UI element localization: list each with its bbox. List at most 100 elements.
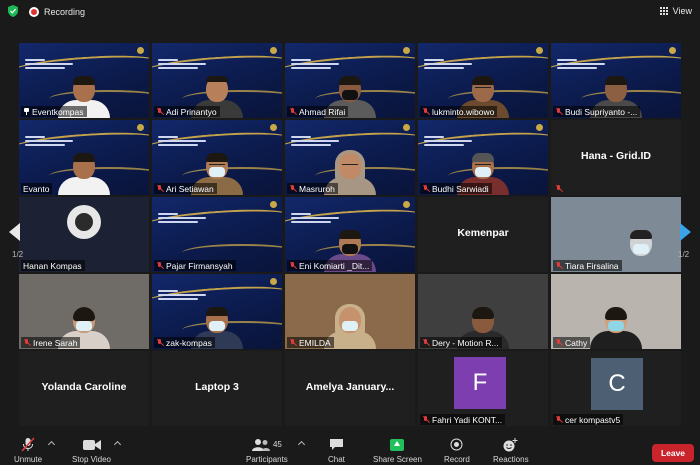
- participant-name-label: Evanto: [21, 183, 53, 194]
- participants-button[interactable]: 45 Participants: [246, 437, 288, 464]
- share-screen-button[interactable]: Share Screen: [373, 437, 422, 464]
- mic-muted-icon: [21, 437, 35, 452]
- participant-tile[interactable]: Ahmad Rifai: [285, 43, 415, 118]
- next-page-arrow-icon[interactable]: [680, 223, 691, 241]
- participant-name-label: Masruroh: [287, 183, 338, 194]
- mic-muted-icon: [422, 338, 430, 347]
- participant-name-label: Adi Prinantyo: [154, 106, 220, 117]
- participants-icon: [251, 438, 270, 451]
- mic-muted-icon: [422, 415, 430, 424]
- participant-name-label: [553, 183, 566, 194]
- participant-name-label: Ari Setiawan: [154, 183, 217, 194]
- participant-tile[interactable]: Masruroh: [285, 120, 415, 195]
- share-screen-label: Share Screen: [373, 455, 422, 464]
- record-button[interactable]: Record: [444, 437, 470, 464]
- participant-tile[interactable]: Pajar Firmansyah: [152, 197, 282, 272]
- participant-tile[interactable]: Tiara Firsalina: [551, 197, 681, 272]
- participant-center-name: Laptop 3: [195, 381, 239, 393]
- participant-tile[interactable]: Eventkompas: [19, 43, 149, 118]
- participant-name-label: EMILDA: [287, 337, 334, 348]
- page-indicator-left: 1/2: [12, 250, 24, 259]
- participants-count: 45: [272, 440, 282, 449]
- participant-name-label: Budhi Sarwiadi: [420, 183, 492, 194]
- mic-muted-icon: [289, 338, 297, 347]
- participant-name-label: cer kompastv5: [553, 414, 624, 425]
- grid-view-icon: [659, 6, 669, 16]
- participant-tile[interactable]: Laptop 3: [152, 351, 282, 426]
- record-dot-icon: [29, 7, 39, 17]
- audio-options-chevron-icon[interactable]: [47, 440, 56, 449]
- participant-tile[interactable]: Kemenpar: [418, 197, 548, 272]
- reactions-label: Reactions: [493, 455, 529, 464]
- participants-options-chevron-icon[interactable]: [297, 440, 306, 449]
- participant-avatar: C: [591, 358, 643, 410]
- unmute-button[interactable]: Unmute: [14, 437, 42, 464]
- participant-name-label: Irene Sarah: [21, 337, 81, 348]
- page-indicator-right: 1/2: [678, 250, 690, 259]
- mic-muted-icon: [23, 338, 31, 347]
- participant-video: [630, 230, 652, 256]
- participant-tile[interactable]: Ari Setiawan: [152, 120, 282, 195]
- participant-tile[interactable]: Irene Sarah: [19, 274, 149, 349]
- participant-name-label: Hanan Kompas: [21, 260, 85, 271]
- participant-tile[interactable]: Dery - Motion R...: [418, 274, 548, 349]
- mic-muted-icon: [156, 184, 164, 193]
- chat-bubble-icon: [329, 439, 343, 450]
- participant-center-name: Kemenpar: [457, 227, 509, 239]
- security-shield-icon[interactable]: [8, 5, 18, 17]
- participant-name-label: Budi Supriyanto -...: [553, 106, 641, 117]
- meeting-toolbar: Unmute Stop Video 45 Participants Chat S…: [0, 432, 700, 465]
- participant-tile[interactable]: Adi Prinantyo: [152, 43, 282, 118]
- mic-muted-icon: [422, 184, 430, 193]
- mic-muted-icon: [289, 261, 297, 270]
- participant-tile[interactable]: lukminto.wibowo: [418, 43, 548, 118]
- participant-name-label: Ahmad Rifai: [287, 106, 349, 117]
- participant-tile[interactable]: Evanto: [19, 120, 149, 195]
- mic-muted-icon: [156, 107, 164, 116]
- participant-name-label: Tiara Firsalina: [553, 260, 622, 271]
- participant-video: [58, 153, 110, 195]
- mic-muted-icon: [156, 338, 164, 347]
- participant-tile[interactable]: C cer kompastv5: [551, 351, 681, 426]
- participant-tile[interactable]: Hana - Grid.ID: [551, 120, 681, 195]
- mic-muted-icon: [555, 338, 563, 347]
- view-label: View: [672, 6, 692, 16]
- participant-video: [590, 307, 642, 349]
- participant-tile[interactable]: Yolanda Caroline: [19, 351, 149, 426]
- participant-tile[interactable]: Budi Supriyanto -...: [551, 43, 681, 118]
- mic-muted-icon: [156, 261, 164, 270]
- record-icon: [450, 438, 463, 451]
- mic-muted-icon: [289, 107, 297, 116]
- participant-center-name: Yolanda Caroline: [41, 381, 127, 393]
- participant-tile[interactable]: Cathy: [551, 274, 681, 349]
- participant-name-label: Dery - Motion R...: [420, 337, 502, 348]
- view-button[interactable]: View: [659, 4, 692, 18]
- participant-tile[interactable]: F Fahri Yadi KONT...: [418, 351, 548, 426]
- participant-tile[interactable]: Eni Komiarti _Dit...: [285, 197, 415, 272]
- mic-muted-icon: [289, 184, 297, 193]
- previous-page-arrow-icon[interactable]: [9, 223, 20, 241]
- participant-name-label: zak-kompas: [154, 337, 215, 348]
- stop-video-button[interactable]: Stop Video: [72, 437, 111, 464]
- recording-indicator[interactable]: Recording: [29, 5, 85, 19]
- mic-muted-icon: [555, 184, 563, 193]
- video-options-chevron-icon[interactable]: [113, 440, 122, 449]
- participant-tile[interactable]: zak-kompas: [152, 274, 282, 349]
- mic-muted-icon: [555, 107, 563, 116]
- participant-tile[interactable]: Hanan Kompas: [19, 197, 149, 272]
- top-bar: Recording View: [0, 0, 700, 24]
- chat-button[interactable]: Chat: [328, 437, 345, 464]
- mic-muted-icon: [555, 415, 563, 424]
- participant-name-label: Pajar Firmansyah: [154, 260, 236, 271]
- participant-center-name: Hana - Grid.ID: [580, 150, 651, 162]
- participant-center-name: Amelya January...: [305, 381, 395, 393]
- participant-name-label: Fahri Yadi KONT...: [420, 414, 506, 425]
- participant-tile[interactable]: EMILDA: [285, 274, 415, 349]
- leave-button[interactable]: Leave: [652, 444, 694, 462]
- participant-tile[interactable]: Amelya January...: [285, 351, 415, 426]
- mic-muted-icon: [422, 107, 430, 116]
- participant-tile[interactable]: Budhi Sarwiadi: [418, 120, 548, 195]
- share-screen-icon: [390, 438, 405, 451]
- mic-muted-icon: [555, 261, 563, 270]
- reactions-button[interactable]: Reactions: [493, 437, 529, 464]
